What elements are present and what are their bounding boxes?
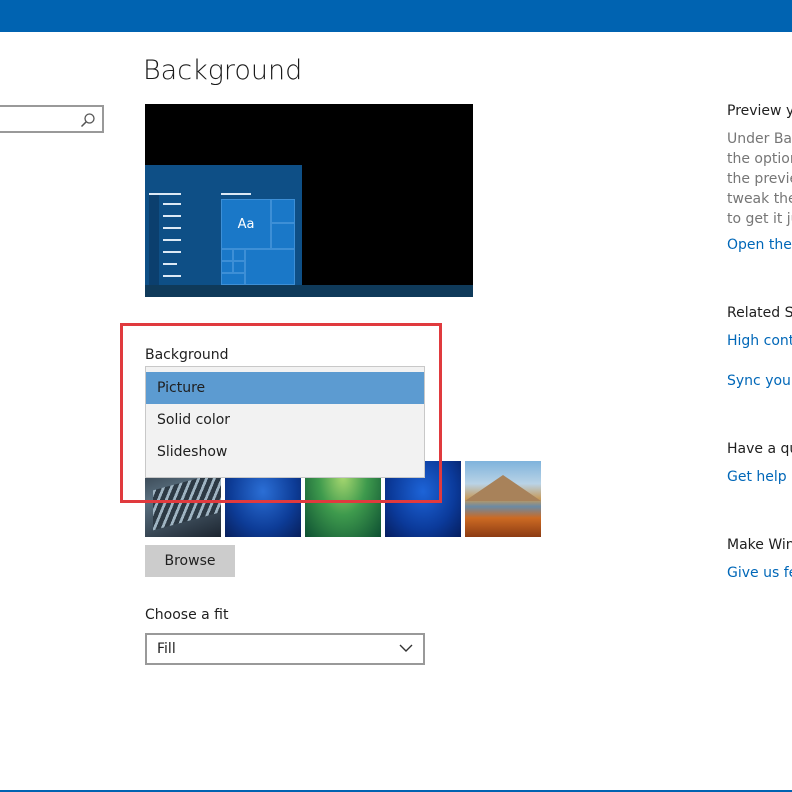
right-panel: Preview yo Under Bac the option the prev… bbox=[727, 0, 792, 792]
preview-text-line: the previe bbox=[727, 171, 792, 187]
choose-fit-select[interactable]: Fill bbox=[145, 633, 425, 665]
preview-text-line: Under Bac bbox=[727, 131, 792, 147]
high-contrast-link[interactable]: High cont bbox=[727, 333, 792, 349]
browse-button[interactable]: Browse bbox=[145, 545, 235, 577]
preview-text-line: the option bbox=[727, 151, 792, 167]
preview-text-line: tweak the bbox=[727, 191, 792, 207]
related-settings-heading: Related Se bbox=[727, 305, 792, 321]
desktop-preview: Aa bbox=[145, 104, 473, 297]
open-themes-link[interactable]: Open ther bbox=[727, 237, 792, 253]
choose-fit-label: Choose a fit bbox=[145, 607, 229, 623]
give-feedback-link[interactable]: Give us fe bbox=[727, 565, 792, 581]
get-help-link[interactable]: Get help bbox=[727, 469, 787, 485]
preview-tile-aa: Aa bbox=[221, 199, 271, 249]
chevron-down-icon bbox=[399, 644, 413, 652]
highlight-box bbox=[120, 323, 442, 503]
page-title: Background bbox=[143, 55, 303, 86]
title-bar bbox=[0, 0, 792, 32]
search-box[interactable] bbox=[0, 105, 104, 133]
search-icon[interactable] bbox=[80, 112, 96, 128]
preview-heading: Preview yo bbox=[727, 103, 792, 119]
choose-fit-value: Fill bbox=[157, 641, 176, 657]
preview-text-line: to get it ju bbox=[727, 211, 792, 227]
recent-picture-5[interactable] bbox=[465, 461, 541, 537]
make-windows-better-heading: Make Win bbox=[727, 537, 792, 553]
sync-settings-link[interactable]: Sync your bbox=[727, 373, 792, 389]
start-menu-preview: Aa bbox=[145, 165, 302, 285]
taskbar-preview bbox=[145, 285, 473, 297]
question-heading: Have a qu bbox=[727, 441, 792, 457]
